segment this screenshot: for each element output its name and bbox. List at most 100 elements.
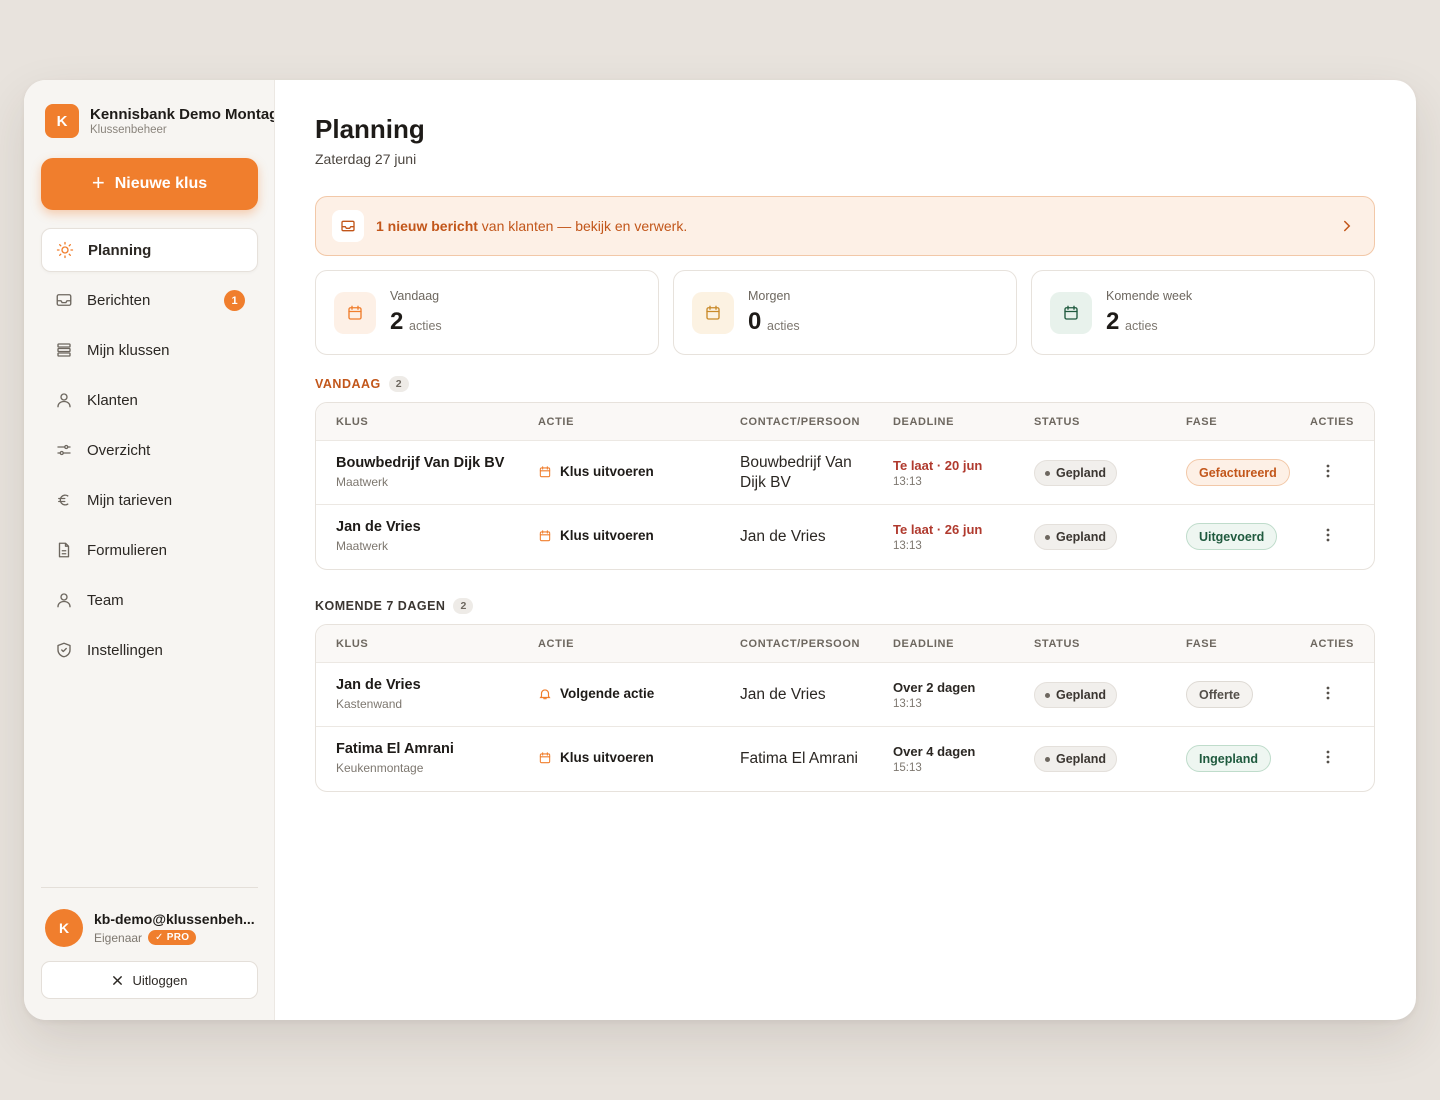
status-dot (1045, 692, 1050, 698)
planning-table: KLUS ACTIE CONTACT/PERSOON DEADLINE STATUS FA… (315, 624, 1375, 792)
column-header[interactable]: STATUS (1034, 416, 1080, 428)
status-cell: Gepland (1034, 682, 1118, 708)
unread-badge: 1 (224, 290, 245, 311)
inbox-icon (55, 291, 73, 309)
sidebar-item-klanten[interactable]: Klanten (41, 378, 258, 422)
sliders-icon (55, 441, 73, 459)
action-label: Klus uitvoeren (560, 528, 654, 543)
contact-name: Bouwbedrijf Van Dijk BV (740, 454, 852, 491)
sun-icon (56, 241, 74, 259)
deadline-cell: Te laat · 26 jun 13:13 (893, 522, 982, 552)
column-header[interactable]: FASE (1186, 638, 1217, 650)
sidebar-item-mijn-klussen[interactable]: Mijn klussen (41, 328, 258, 372)
more-actions-icon[interactable] (1326, 750, 1330, 768)
user-icon (55, 591, 73, 609)
sidebar-item-planning[interactable]: Planning (41, 228, 258, 272)
banner-text: van klanten — bekijk en verwerk. (477, 218, 688, 234)
status-badge[interactable]: Gepland (1034, 682, 1118, 708)
status-badge[interactable]: Gepland (1034, 746, 1118, 772)
job-type: Keukenmontage (336, 761, 424, 775)
new-job-label: Nieuwe klus (114, 175, 208, 192)
column-header[interactable]: KLUS (336, 638, 368, 650)
action-label: Volgende actie (560, 686, 655, 701)
action-cell[interactable]: Volgende actie (538, 686, 654, 701)
job-type: Maatwerk (336, 539, 389, 553)
status-badge[interactable]: Gepland (1034, 524, 1118, 550)
column-header[interactable]: STATUS (1034, 638, 1080, 650)
status-label: Gepland (1056, 530, 1107, 544)
column-header[interactable]: ACTIE (538, 416, 574, 428)
sidebar-item-mijn-tarieven[interactable]: Mijn tarieven (41, 478, 258, 522)
job-name[interactable]: Fatima El Amrani (336, 741, 454, 757)
sidebar-item-instellingen[interactable]: Instellingen (41, 628, 258, 672)
more-actions-icon[interactable] (1326, 464, 1330, 482)
pro-badge: ✓ PRO (148, 930, 197, 945)
table-row[interactable]: Bouwbedrijf Van Dijk BV Maatwerk Klus uitv… (316, 441, 1374, 505)
brand-name: Kennisbank Demo Montage (90, 106, 275, 123)
new-job-button[interactable]: + Nieuwe klus (41, 158, 258, 210)
brand[interactable]: K Kennisbank Demo Montage Klussenbeheer (45, 104, 275, 138)
logout-button[interactable]: Uitloggen (41, 961, 258, 999)
column-header[interactable]: CONTACT/PERSOON (740, 416, 860, 428)
sidebar-item-formulieren[interactable]: Formulieren (41, 528, 258, 572)
inbox-icon (332, 210, 364, 242)
more-actions-icon[interactable] (1326, 528, 1330, 546)
action-cell[interactable]: Klus uitvoeren (538, 528, 654, 543)
table-row[interactable]: Jan de Vries Maatwerk Klus uitvoeren Jan de… (316, 505, 1374, 569)
section-title: KOMENDE 7 DAGEN (315, 599, 446, 613)
sidebar-item-label: Mijn klussen (87, 341, 170, 359)
column-header[interactable]: DEADLINE (893, 638, 954, 650)
user-email: kb-demo@klussenbeh... (94, 911, 255, 927)
action-cell[interactable]: Klus uitvoeren (538, 750, 654, 765)
deadline-time: 15:13 (893, 762, 922, 774)
column-header[interactable]: ACTIES (1310, 638, 1354, 650)
chevron-right-icon (1344, 220, 1351, 232)
job-cell: Bouwbedrijf Van Dijk BV Maatwerk (336, 455, 504, 489)
status-badge[interactable]: Gepland (1034, 460, 1118, 486)
sidebar-item-label: Klanten (87, 391, 138, 409)
job-name[interactable]: Jan de Vries (336, 519, 421, 535)
phase-badge[interactable]: Uitgevoerd (1186, 523, 1278, 550)
table-row[interactable]: Fatima El Amrani Keukenmontage Klus uitvoe… (316, 727, 1374, 791)
user-profile[interactable]: K kb-demo@klussenbeh... Eigenaar ✓ PRO (45, 909, 255, 947)
sidebar-item-team[interactable]: Team (41, 578, 258, 622)
job-name[interactable]: Jan de Vries (336, 677, 421, 693)
planning-table: KLUS ACTIE CONTACT/PERSOON DEADLINE STATUS FA… (315, 402, 1375, 570)
messages-banner[interactable]: 1 nieuw bericht van klanten — bekijk en … (315, 196, 1375, 256)
stat-value: 2 (1106, 308, 1120, 335)
status-dot (1045, 534, 1050, 540)
contact-name: Jan de Vries (740, 686, 826, 703)
column-header[interactable]: FASE (1186, 416, 1217, 428)
stat-card[interactable]: Morgen 0 acties (673, 270, 1017, 355)
contact-name: Jan de Vries (740, 528, 826, 545)
job-type: Maatwerk (336, 475, 389, 489)
stat-value: 0 (748, 308, 762, 335)
sidebar-item-overzicht[interactable]: Overzicht (41, 428, 258, 472)
column-header[interactable]: DEADLINE (893, 416, 954, 428)
job-cell: Jan de Vries Maatwerk (336, 519, 421, 553)
phase-badge[interactable]: Ingepland (1186, 745, 1272, 772)
phase-badge[interactable]: Offerte (1186, 681, 1253, 708)
calendar-icon (1050, 292, 1092, 334)
status-label: Gepland (1056, 752, 1107, 766)
page-title: Planning (315, 114, 425, 144)
phase-badge[interactable]: Gefactureerd (1186, 459, 1290, 486)
phase-cell: Gefactureerd (1186, 459, 1290, 486)
deadline-cell: Over 2 dagen 13:13 (893, 680, 975, 710)
stat-card[interactable]: Vandaag 2 acties (315, 270, 659, 355)
sidebar-item-berichten[interactable]: Berichten 1 (41, 278, 258, 322)
calendar-icon (538, 751, 552, 765)
column-header[interactable]: ACTIE (538, 638, 574, 650)
app-window: K Kennisbank Demo Montage Klussenbeheer … (24, 80, 1416, 1020)
action-cell[interactable]: Klus uitvoeren (538, 464, 654, 479)
bell-icon (538, 687, 552, 701)
sidebar-item-label: Instellingen (87, 641, 163, 659)
more-actions-icon[interactable] (1326, 686, 1330, 704)
column-header[interactable]: KLUS (336, 416, 368, 428)
section-header: KOMENDE 7 DAGEN 2 (315, 598, 474, 614)
stat-card[interactable]: Komende week 2 acties (1031, 270, 1375, 355)
column-header[interactable]: ACTIES (1310, 416, 1354, 428)
job-name[interactable]: Bouwbedrijf Van Dijk BV (336, 455, 504, 471)
table-row[interactable]: Jan de Vries Kastenwand Volgende actie Jan … (316, 663, 1374, 727)
column-header[interactable]: CONTACT/PERSOON (740, 638, 860, 650)
